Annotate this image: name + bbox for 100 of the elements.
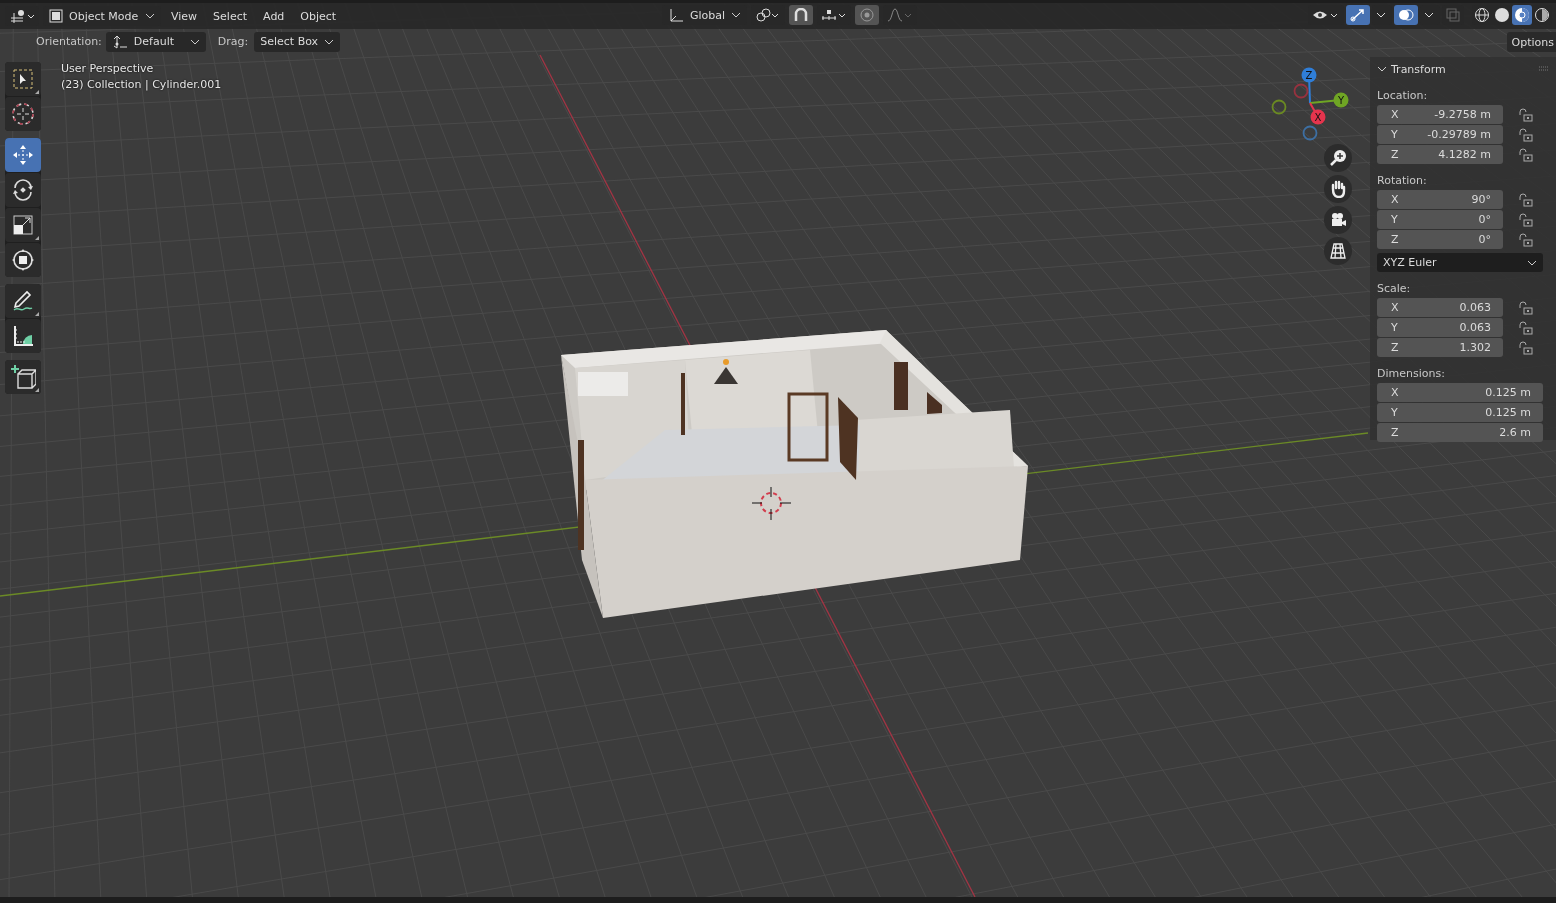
gizmo-toggle[interactable]	[1346, 5, 1370, 25]
move-icon	[11, 143, 35, 167]
padlock-icon	[1519, 212, 1533, 227]
padlock-icon	[1519, 320, 1533, 335]
axis-handle[interactable]	[1271, 99, 1287, 115]
scale-icon	[12, 214, 34, 236]
padlock-icon	[1519, 300, 1533, 315]
section-label: Rotation:	[1377, 174, 1428, 187]
proportional-editing-toggle[interactable]	[855, 5, 880, 25]
drag-dropdown[interactable]: Select Box	[254, 31, 341, 52]
axis-handle[interactable]	[1302, 125, 1318, 141]
axis-handle[interactable]: X	[1310, 109, 1326, 125]
section-label: Location:	[1377, 89, 1429, 102]
menu-item[interactable]: Select	[207, 6, 254, 26]
zoom-icon	[1329, 149, 1347, 167]
cube-icon	[49, 9, 63, 23]
drag-handle-icon	[1539, 66, 1549, 72]
lock-toggle[interactable]	[1517, 338, 1535, 357]
menu-item[interactable]: View	[165, 6, 204, 26]
number-field[interactable]: Z 0°	[1377, 230, 1503, 249]
number-field[interactable]: X -9.2758 m	[1377, 105, 1503, 124]
panel-header[interactable]: Transform	[1377, 59, 1549, 79]
tool-button[interactable]	[5, 319, 41, 353]
chevron-icon	[189, 38, 200, 45]
corner-triangle-icon	[35, 90, 39, 94]
lock-toggle[interactable]	[1517, 298, 1535, 317]
viewport-info-text: (23) Collection | Cylinder.001	[61, 78, 222, 91]
tool-button[interactable]	[5, 173, 41, 207]
lock-toggle[interactable]	[1517, 105, 1535, 124]
overlays-toggle[interactable]	[1394, 5, 1418, 25]
solid-sphere-icon	[1494, 7, 1510, 23]
axis-handle[interactable]	[1293, 83, 1309, 99]
lock-toggle[interactable]	[1517, 318, 1535, 337]
proportional-icon	[859, 8, 876, 22]
chevron-icon	[145, 13, 155, 19]
magnet-icon	[793, 8, 810, 22]
number-field[interactable]: X 0.063	[1377, 298, 1503, 317]
axis-handle[interactable]: Z	[1301, 67, 1317, 83]
tool-button[interactable]	[5, 284, 41, 318]
snap-toggle[interactable]	[789, 5, 814, 25]
hand-icon	[1329, 180, 1347, 198]
transform-icon	[11, 248, 35, 272]
orientation-label: Orientation:	[36, 35, 102, 48]
corner-triangle-icon	[35, 236, 39, 240]
number-field[interactable]: Y 0.063	[1377, 318, 1503, 337]
shading-mode-button[interactable]	[1492, 5, 1512, 25]
chevron-icon	[324, 38, 335, 45]
lock-toggle[interactable]	[1517, 190, 1535, 209]
corner-triangle-icon	[35, 388, 39, 392]
rotation-mode-dropdown[interactable]: XYZ Euler	[1377, 253, 1543, 272]
tool-button[interactable]	[5, 360, 41, 394]
shading-mode-button[interactable]	[1512, 5, 1532, 25]
wireframe-sphere-icon	[1474, 7, 1490, 23]
camera-icon	[1329, 211, 1347, 229]
padlock-icon	[1519, 107, 1533, 122]
gizmo-arrow-icon	[1350, 8, 1366, 22]
lock-toggle[interactable]	[1517, 210, 1535, 229]
shading-mode-button[interactable]	[1532, 5, 1552, 25]
number-field[interactable]: Z 2.6 m	[1377, 423, 1543, 442]
number-field[interactable]: Z 4.1282 m	[1377, 145, 1503, 164]
section-label: Scale:	[1377, 282, 1412, 295]
falloff-curve-icon	[887, 8, 914, 22]
menu-item[interactable]: Add	[257, 6, 291, 26]
snap-increment-icon	[821, 8, 848, 22]
tool-button[interactable]	[5, 243, 41, 277]
3d-cursor-icon	[751, 486, 792, 521]
corner-triangle-icon	[35, 312, 39, 316]
select-box-icon	[12, 68, 34, 90]
number-field[interactable]: Y 0°	[1377, 210, 1503, 229]
number-field[interactable]: Y -0.29789 m	[1377, 125, 1503, 144]
number-field[interactable]: Y 0.125 m	[1377, 403, 1543, 422]
chevron-icon	[1376, 12, 1386, 18]
padlock-icon	[1519, 340, 1533, 355]
tool-button[interactable]	[5, 208, 41, 242]
shading-mode-button[interactable]	[1472, 5, 1492, 25]
number-field[interactable]: Z 1.302	[1377, 338, 1503, 357]
drag-label: Drag:	[217, 35, 249, 48]
options-tab[interactable]: Options	[1506, 32, 1556, 52]
menu-item[interactable]: Object	[294, 6, 343, 26]
padlock-icon	[1519, 232, 1533, 247]
number-field[interactable]: X 0.125 m	[1377, 383, 1543, 402]
orientation-icon	[111, 34, 128, 49]
lock-toggle[interactable]	[1517, 230, 1535, 249]
editor-type-icon	[9, 9, 35, 23]
lock-toggle[interactable]	[1517, 125, 1535, 144]
tool-button[interactable]	[5, 62, 41, 96]
padlock-icon	[1519, 127, 1533, 142]
chevron-icon	[1527, 259, 1537, 266]
viewport-info-text: User Perspective	[61, 62, 155, 75]
chevron-icon	[1424, 12, 1434, 18]
padlock-icon	[1519, 192, 1533, 207]
lock-toggle[interactable]	[1517, 145, 1535, 164]
cursor-icon	[11, 102, 35, 126]
expand-chevron-icon	[1377, 65, 1387, 73]
xray-icon	[1446, 8, 1460, 22]
ruler-icon	[11, 324, 35, 348]
grid-icon	[1329, 242, 1347, 260]
number-field[interactable]: X 90°	[1377, 190, 1503, 209]
axis-handle[interactable]: Y	[1333, 92, 1349, 108]
add-cube-icon	[10, 364, 36, 390]
